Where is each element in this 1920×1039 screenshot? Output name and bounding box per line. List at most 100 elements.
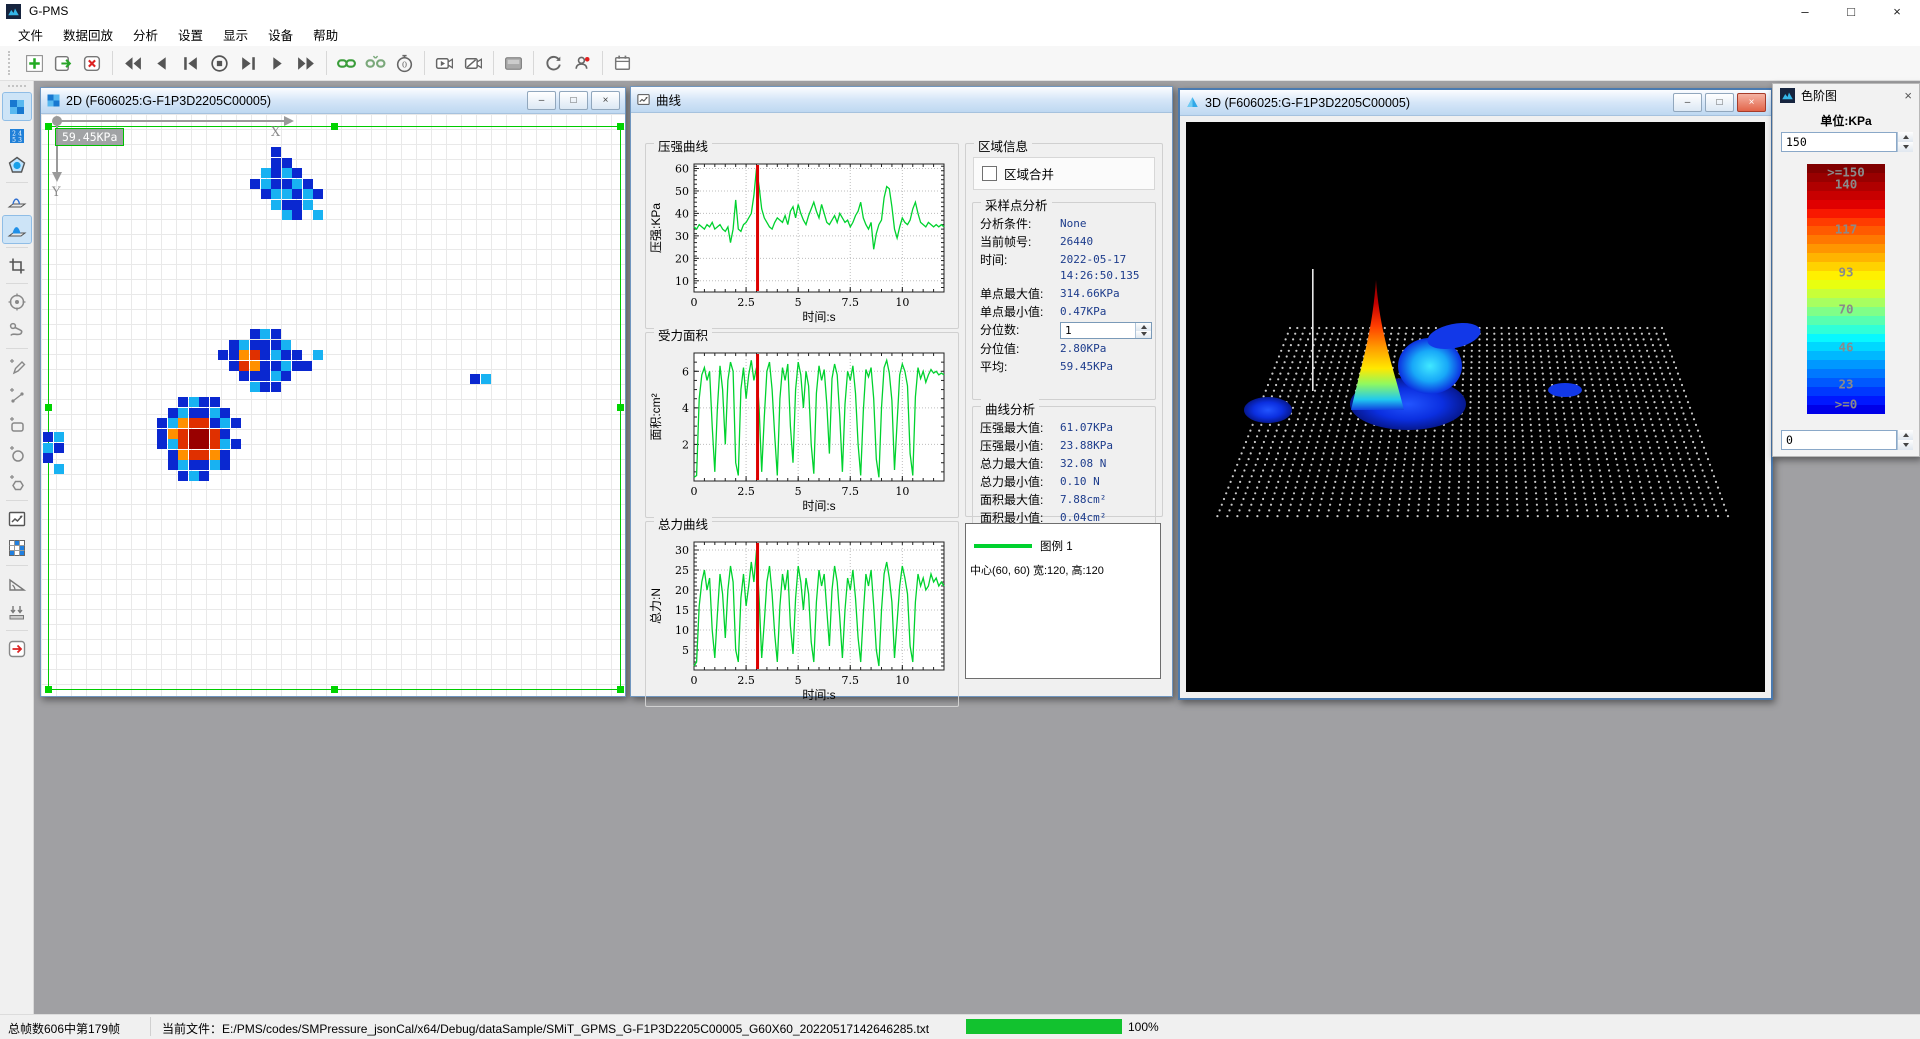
record-button[interactable] (568, 49, 597, 78)
color-scale-titlebar[interactable]: 色阶图 × (1773, 84, 1919, 106)
tool-angle-button[interactable] (3, 570, 31, 597)
pressure-cell (260, 329, 270, 339)
step-backward-button[interactable] (147, 49, 176, 78)
window-2d-maximize-button[interactable]: □ (559, 91, 588, 110)
skip-start-button[interactable] (176, 49, 205, 78)
tool-draw-polygon-button[interactable] (3, 469, 31, 496)
pressure-cell (260, 371, 270, 381)
save-export-button[interactable] (49, 49, 78, 78)
info-value: 23.88KPa (1060, 438, 1152, 454)
pressure-cell (271, 350, 281, 360)
info-row: 单点最大值:314.66KPa (973, 285, 1155, 303)
tool-polygon-region-button[interactable] (3, 151, 31, 178)
close-button[interactable]: × (1874, 0, 1920, 22)
toolbar-separator (112, 51, 113, 75)
selection-handle[interactable] (617, 404, 624, 411)
minimize-button[interactable]: – (1782, 0, 1828, 22)
info-label: 平均: (980, 359, 1060, 375)
window-2d-close-button[interactable]: × (591, 91, 620, 110)
menu-item-3[interactable]: 设置 (168, 22, 213, 47)
play-button[interactable] (263, 49, 292, 78)
tool-crop-button[interactable] (3, 252, 31, 279)
add-button[interactable] (20, 49, 49, 78)
video-off-button[interactable] (459, 49, 488, 78)
pressure-cell (189, 397, 199, 407)
pressure-cell (292, 350, 302, 360)
tool-draw-circle-button[interactable] (3, 440, 31, 467)
region-merge-checkbox[interactable] (982, 166, 997, 181)
menu-item-6[interactable]: 帮助 (303, 22, 348, 47)
pressure-surface-3d[interactable] (1186, 122, 1765, 692)
draw-pencil-icon (7, 357, 27, 377)
window-2d-minimize-button[interactable]: – (527, 91, 556, 110)
selection-handle[interactable] (331, 686, 338, 693)
tool-grid-numbers-button[interactable]: 2453 (3, 122, 31, 149)
timer-button[interactable]: 0 (390, 49, 419, 78)
tool-draw-rect-button[interactable] (3, 411, 31, 438)
tool-surface-3d-button[interactable] (3, 216, 31, 243)
selection-handle[interactable] (617, 123, 624, 130)
scale-max-input[interactable]: 150 (1781, 132, 1897, 152)
stop-button[interactable] (205, 49, 234, 78)
tool-surface-wireframe-button[interactable] (3, 187, 31, 214)
tool-target-button[interactable] (3, 288, 31, 315)
legend-geometry: 中心(60, 60) 宽:120, 高:120 (970, 562, 1160, 578)
selection-handle[interactable] (617, 686, 624, 693)
pressure-cell (43, 432, 53, 442)
display-button[interactable] (499, 49, 528, 78)
maximize-button[interactable]: □ (1828, 0, 1874, 22)
tool-pressure-button[interactable] (3, 599, 31, 626)
refresh-button[interactable] (539, 49, 568, 78)
tool-chart-button[interactable] (3, 505, 31, 532)
svg-text:6: 6 (682, 365, 689, 378)
delete-button[interactable] (78, 49, 107, 78)
tool-draw-line-button[interactable] (3, 382, 31, 409)
tool-view-2d-button[interactable] (3, 93, 31, 120)
selection-handle[interactable] (45, 686, 52, 693)
menu-item-5[interactable]: 设备 (258, 22, 303, 47)
export-icon (7, 639, 27, 659)
tool-export-button[interactable] (3, 635, 31, 662)
menu-item-0[interactable]: 文件 (8, 22, 53, 47)
svg-text:5: 5 (12, 137, 16, 144)
menu-item-4[interactable]: 显示 (213, 22, 258, 47)
color-scale-close-button[interactable]: × (1904, 88, 1912, 103)
video-play-button[interactable] (430, 49, 459, 78)
svg-text:10: 10 (675, 624, 689, 637)
scale-max-spinner[interactable] (1897, 132, 1913, 152)
window-curves-titlebar[interactable]: 曲线 (631, 87, 1172, 113)
scale-tick-label: 23 (1807, 377, 1885, 392)
window-3d-close-button[interactable]: × (1737, 93, 1766, 112)
pressure-cell (210, 450, 220, 460)
fast-forward-button[interactable] (292, 49, 321, 78)
svg-text:60: 60 (675, 162, 689, 175)
window-3d-maximize-button[interactable]: □ (1705, 93, 1734, 112)
pressure-cell (313, 350, 323, 360)
scale-min-input[interactable]: 0 (1781, 430, 1897, 450)
calendar-button[interactable] (608, 49, 637, 78)
svg-text:时间:s: 时间:s (802, 499, 835, 513)
fast-backward-button[interactable] (118, 49, 147, 78)
window-2d-titlebar[interactable]: 2D (F606025:G-F1P3D2205C00005) – □ × (41, 88, 625, 114)
unlink-button[interactable] (361, 49, 390, 78)
menu-item-1[interactable]: 数据回放 (53, 22, 123, 47)
skip-end-button[interactable] (234, 49, 263, 78)
scale-tick-label: 117 (1807, 222, 1885, 237)
tool-grid-cells-button[interactable] (3, 534, 31, 561)
window-3d-minimize-button[interactable]: – (1673, 93, 1702, 112)
total-force-chart: 5101520253002.557.510时间:s总力:N (648, 536, 954, 707)
color-scale-icon (1780, 88, 1795, 103)
quantile-spinbox[interactable]: 1 (1060, 322, 1152, 339)
scale-min-spinner[interactable] (1897, 430, 1913, 450)
selection-handle[interactable] (45, 404, 52, 411)
tool-path-button[interactable] (3, 317, 31, 344)
window-3d-titlebar[interactable]: 3D (F606025:G-F1P3D2205C00005) – □ × (1180, 90, 1771, 116)
draw-line-icon (7, 386, 27, 406)
tool-draw-pencil-button[interactable] (3, 353, 31, 380)
link-button[interactable] (332, 49, 361, 78)
menu-item-2[interactable]: 分析 (123, 22, 168, 47)
pressure-map-2d[interactable]: X Y 59.45KPa (41, 114, 625, 696)
window-2d-view: 2D (F606025:G-F1P3D2205C00005) – □ × (40, 87, 626, 697)
svg-text:2.5: 2.5 (737, 485, 755, 498)
selection-rectangle[interactable] (48, 126, 621, 690)
